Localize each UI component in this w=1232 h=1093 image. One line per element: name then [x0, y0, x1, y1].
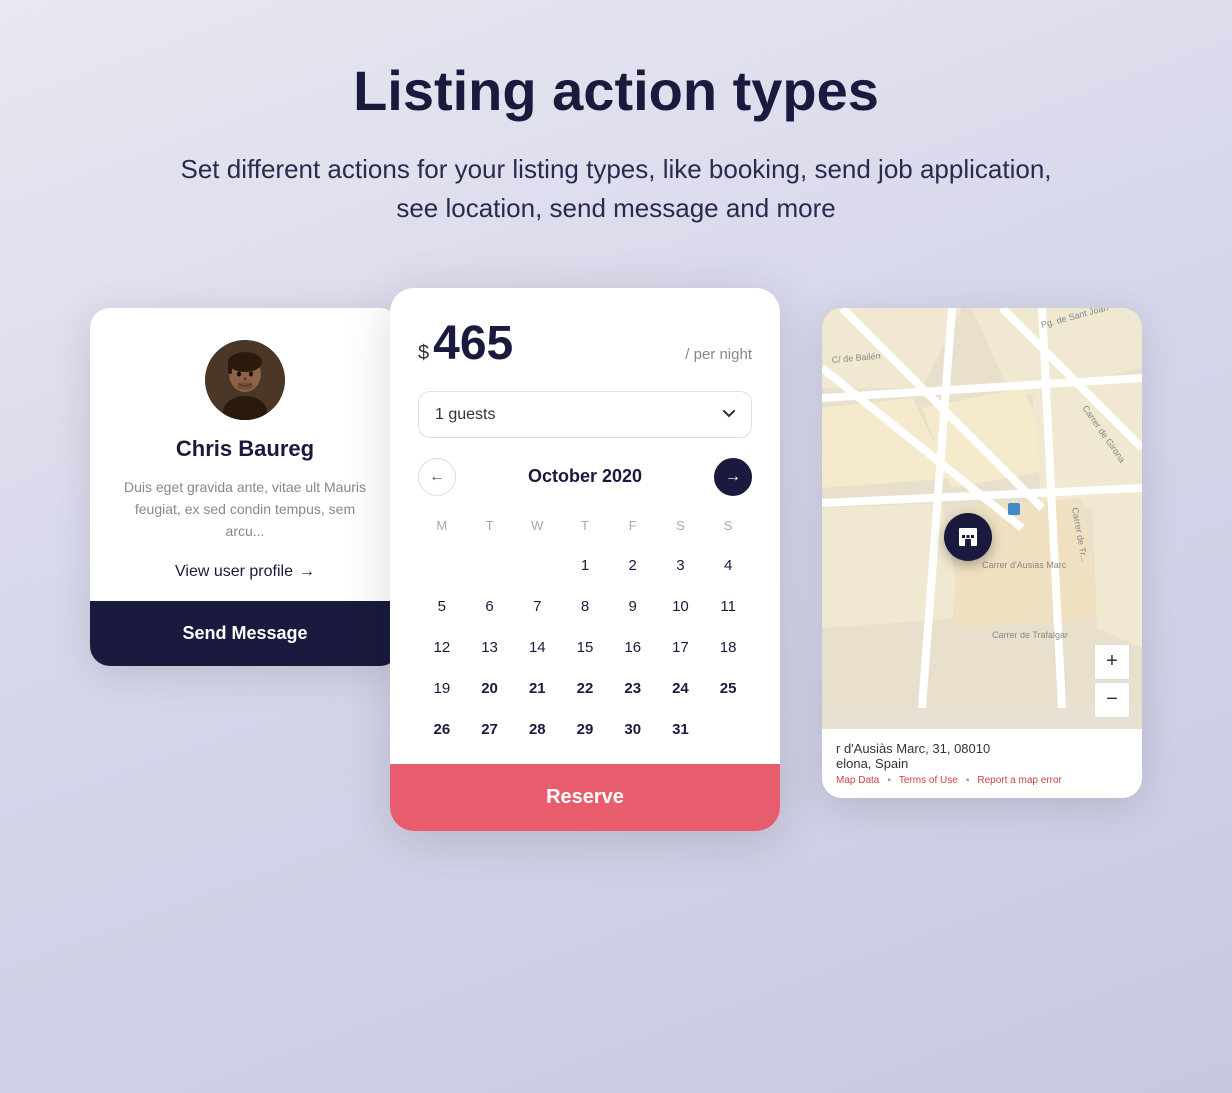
day-header-f: F	[609, 512, 657, 539]
day-header-t1: T	[466, 512, 514, 539]
send-message-button[interactable]: Send Message	[90, 601, 400, 666]
header-section: Listing action types Set different actio…	[0, 0, 1232, 268]
cal-day-19[interactable]: 19	[418, 670, 466, 707]
profile-name: Chris Baureg	[118, 436, 372, 462]
zoom-out-button[interactable]: −	[1094, 682, 1130, 718]
terms-link[interactable]: Terms of Use	[899, 775, 958, 786]
svg-text:Carrer d'Ausiàs Marc: Carrer d'Ausiàs Marc	[982, 560, 1067, 570]
calendar-nav: ← October 2020 →	[418, 458, 752, 496]
cal-day-28[interactable]: 28	[513, 711, 561, 748]
cal-day-2[interactable]: 2	[609, 547, 657, 584]
booking-card: $ 465 / per night 1 guests 2 guests 3 gu…	[390, 288, 780, 831]
cal-day-empty3	[513, 547, 561, 584]
profile-card: Chris Baureg Duis eget gravida ante, vit…	[90, 308, 400, 666]
calendar-header: M T W T F S S	[418, 512, 752, 539]
next-month-button[interactable]: →	[714, 458, 752, 496]
day-header-t2: T	[561, 512, 609, 539]
cal-day-15[interactable]: 15	[561, 629, 609, 666]
report-link[interactable]: Report a map error	[977, 775, 1061, 786]
cal-day-3[interactable]: 3	[657, 547, 705, 584]
currency-symbol: $	[418, 342, 429, 365]
cal-day-empty4	[704, 711, 752, 748]
map-address-2: elona, Spain	[836, 756, 1128, 771]
calendar-body: 1 2 3 4 5 6 7 8 9 10 11 12 13 14 15 16 1…	[418, 547, 752, 748]
zoom-in-button[interactable]: +	[1094, 644, 1130, 680]
cal-day-21[interactable]: 21	[513, 670, 561, 707]
cal-day-5[interactable]: 5	[418, 588, 466, 625]
map-zoom-controls: + −	[1094, 644, 1130, 718]
price-display: $ 465	[418, 316, 513, 371]
cards-container: Chris Baureg Duis eget gravida ante, vit…	[0, 288, 1232, 908]
cal-day-9[interactable]: 9	[609, 588, 657, 625]
view-profile-link[interactable]: View user profile →	[118, 563, 372, 581]
separator-1: ▪	[887, 775, 891, 786]
cal-day-30[interactable]: 30	[609, 711, 657, 748]
separator-2: ▪	[966, 775, 970, 786]
day-header-m: M	[418, 512, 466, 539]
cal-day-22[interactable]: 22	[561, 670, 609, 707]
cal-day-31[interactable]: 31	[657, 711, 705, 748]
cal-day-17[interactable]: 17	[657, 629, 705, 666]
cal-day-26[interactable]: 26	[418, 711, 466, 748]
cal-day-empty1	[418, 547, 466, 584]
cal-day-24[interactable]: 24	[657, 670, 705, 707]
cal-day-12[interactable]: 12	[418, 629, 466, 666]
cal-day-18[interactable]: 18	[704, 629, 752, 666]
cal-day-23[interactable]: 23	[609, 670, 657, 707]
cal-day-16[interactable]: 16	[609, 629, 657, 666]
cal-day-25[interactable]: 25	[704, 670, 752, 707]
calendar-grid: M T W T F S S 1 2 3 4 5 6 7 8	[418, 512, 752, 748]
map-pin	[944, 513, 992, 561]
cal-day-1[interactable]: 1	[561, 547, 609, 584]
page-title: Listing action types	[100, 60, 1132, 122]
page-subtitle: Set different actions for your listing t…	[166, 150, 1066, 228]
cal-day-11[interactable]: 11	[704, 588, 752, 625]
cal-day-7[interactable]: 7	[513, 588, 561, 625]
price-row: $ 465 / per night	[418, 316, 752, 371]
day-header-s1: S	[657, 512, 705, 539]
prev-month-button[interactable]: ←	[418, 458, 456, 496]
cal-day-14[interactable]: 14	[513, 629, 561, 666]
map-background: C/ de Bailén Pg. de Sant Joan Carrer de …	[822, 308, 1142, 798]
cal-day-27[interactable]: 27	[466, 711, 514, 748]
svg-text:Carrer de Trafalgar: Carrer de Trafalgar	[992, 630, 1068, 640]
day-header-s2: S	[704, 512, 752, 539]
cal-day-20[interactable]: 20	[466, 670, 514, 707]
month-year-label: October 2020	[528, 466, 642, 487]
cal-day-10[interactable]: 10	[657, 588, 705, 625]
cal-day-4[interactable]: 4	[704, 547, 752, 584]
day-header-w: W	[513, 512, 561, 539]
cal-day-empty2	[466, 547, 514, 584]
arrow-icon: →	[299, 563, 315, 581]
map-card: C/ de Bailén Pg. de Sant Joan Carrer de …	[822, 308, 1142, 798]
cal-day-6[interactable]: 6	[466, 588, 514, 625]
cal-day-29[interactable]: 29	[561, 711, 609, 748]
profile-bio: Duis eget gravida ante, vitae ult Mauris…	[118, 476, 372, 543]
price-period: / per night	[685, 346, 752, 363]
map-footer-links: Map Data ▪ Terms of Use ▪ Report a map e…	[836, 775, 1128, 786]
map-data-link[interactable]: Map Data	[836, 775, 879, 786]
view-profile-label: View user profile	[175, 563, 293, 581]
price-amount: 465	[433, 316, 513, 371]
cal-day-8[interactable]: 8	[561, 588, 609, 625]
avatar	[205, 340, 285, 420]
map-address-1: r d'Ausiàs Marc, 31, 08010	[836, 741, 1128, 756]
cal-day-13[interactable]: 13	[466, 629, 514, 666]
guests-dropdown[interactable]: 1 guests 2 guests 3 guests 4 guests	[418, 391, 752, 438]
map-footer: r d'Ausiàs Marc, 31, 08010 elona, Spain …	[822, 729, 1142, 798]
reserve-button[interactable]: Reserve	[390, 764, 780, 831]
